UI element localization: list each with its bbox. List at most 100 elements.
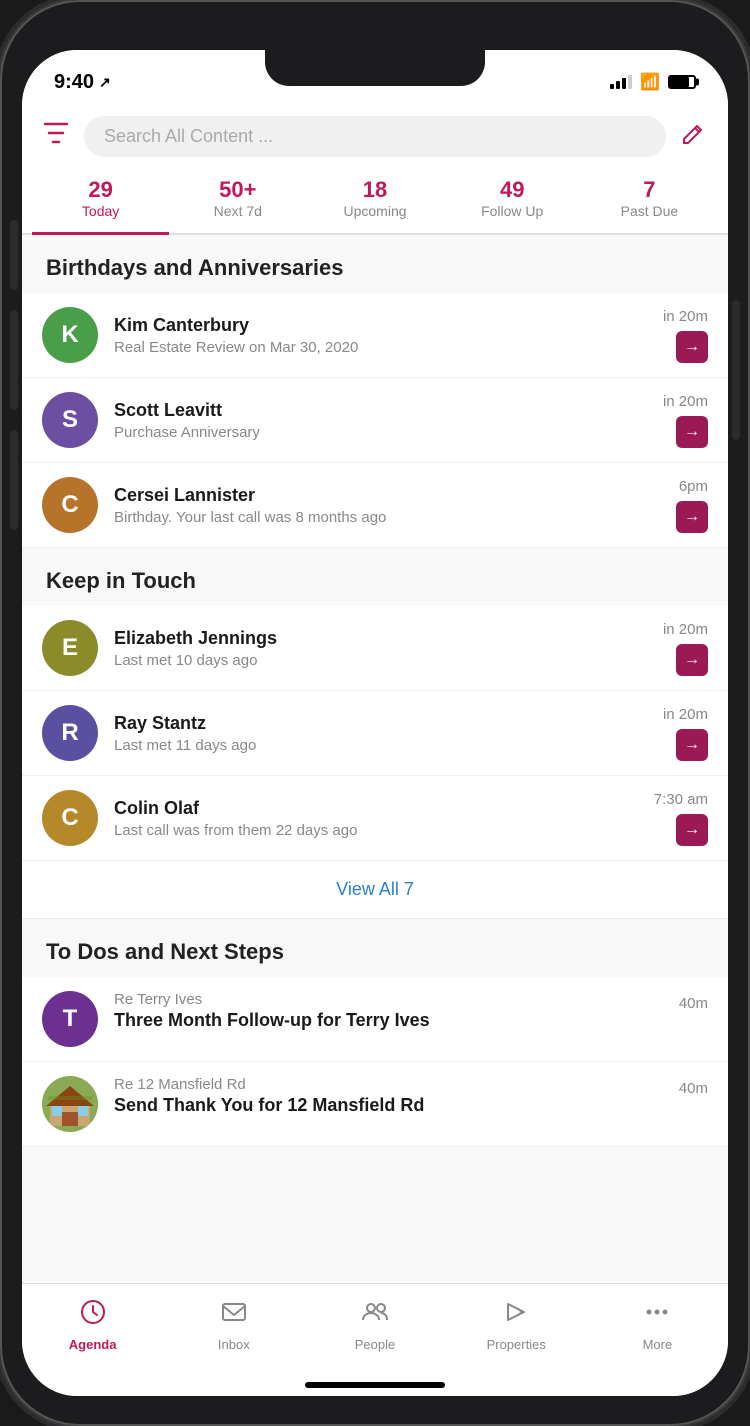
tab-properties[interactable]: Properties bbox=[446, 1294, 587, 1356]
tab-followup[interactable]: 49 Follow Up bbox=[444, 167, 581, 233]
arrow-button[interactable]: → bbox=[676, 814, 708, 846]
contact-meta: in 20m → bbox=[663, 393, 708, 448]
tab-pastdue-label: Past Due bbox=[585, 203, 714, 219]
contact-sub: Last met 10 days ago bbox=[114, 652, 647, 669]
contact-info: Scott Leavitt Purchase Anniversary bbox=[114, 400, 647, 441]
todo-re: Re Terry Ives bbox=[114, 991, 663, 1008]
contact-time: in 20m bbox=[663, 308, 708, 325]
search-input[interactable]: Search All Content ... bbox=[84, 116, 666, 157]
todo-time: 40m bbox=[679, 1076, 708, 1097]
tab-next7d[interactable]: 50+ Next 7d bbox=[169, 167, 306, 233]
tab-today-label: Today bbox=[36, 203, 165, 219]
wifi-icon: 📶 bbox=[640, 72, 660, 92]
tab-next7d-count: 50+ bbox=[173, 177, 302, 203]
time-display: 9:40 bbox=[54, 71, 94, 94]
arrow-button[interactable]: → bbox=[676, 501, 708, 533]
avatar: R bbox=[42, 705, 98, 761]
contact-info: Cersei Lannister Birthday. Your last cal… bbox=[114, 485, 660, 526]
list-item[interactable]: Re 12 Mansfield Rd Send Thank You for 12… bbox=[22, 1062, 728, 1147]
tab-pastdue[interactable]: 7 Past Due bbox=[581, 167, 718, 233]
todo-title: Send Thank You for 12 Mansfield Rd bbox=[114, 1095, 663, 1116]
avatar: C bbox=[42, 477, 98, 533]
arrow-button[interactable]: → bbox=[676, 416, 708, 448]
avatar: C bbox=[42, 790, 98, 846]
arrow-button[interactable]: → bbox=[676, 729, 708, 761]
contact-info: Ray Stantz Last met 11 days ago bbox=[114, 713, 647, 754]
contact-meta: in 20m → bbox=[663, 308, 708, 363]
bottom-tab-bar: Agenda Inbox bbox=[22, 1283, 728, 1376]
todos-title: To Dos and Next Steps bbox=[46, 939, 284, 964]
battery-icon bbox=[668, 75, 696, 89]
avatar: K bbox=[42, 307, 98, 363]
contact-time: in 20m bbox=[663, 393, 708, 410]
inbox-icon bbox=[220, 1298, 248, 1333]
tab-upcoming[interactable]: 18 Upcoming bbox=[306, 167, 443, 233]
list-item[interactable]: C Colin Olaf Last call was from them 22 … bbox=[22, 776, 728, 861]
filter-icon[interactable] bbox=[42, 119, 70, 154]
birthdays-title: Birthdays and Anniversaries bbox=[46, 255, 344, 280]
location-arrow-icon: ↗ bbox=[99, 74, 111, 91]
properties-icon bbox=[502, 1298, 530, 1333]
avatar bbox=[42, 1076, 98, 1132]
avatar: T bbox=[42, 991, 98, 1047]
arrow-button[interactable]: → bbox=[676, 644, 708, 676]
birthdays-section-header: Birthdays and Anniversaries bbox=[22, 235, 728, 293]
todo-info: Re 12 Mansfield Rd Send Thank You for 12… bbox=[114, 1076, 663, 1116]
search-area: Search All Content ... bbox=[22, 106, 728, 167]
contact-info: Colin Olaf Last call was from them 22 da… bbox=[114, 798, 638, 839]
avatar: E bbox=[42, 620, 98, 676]
contact-sub: Last call was from them 22 days ago bbox=[114, 822, 638, 839]
contact-info: Kim Canterbury Real Estate Review on Mar… bbox=[114, 315, 647, 356]
todo-info: Re Terry Ives Three Month Follow-up for … bbox=[114, 991, 663, 1031]
top-tab-bar: 29 Today 50+ Next 7d 18 Upcoming 49 Foll… bbox=[22, 167, 728, 235]
contact-name: Colin Olaf bbox=[114, 798, 638, 819]
contact-sub: Last met 11 days ago bbox=[114, 737, 647, 754]
tab-today[interactable]: 29 Today bbox=[32, 167, 169, 233]
contact-time: 7:30 am bbox=[654, 791, 708, 808]
status-time: 9:40 ↗ bbox=[54, 71, 111, 94]
tab-people[interactable]: People bbox=[304, 1294, 445, 1356]
signal-icon bbox=[610, 75, 632, 89]
tab-properties-label: Properties bbox=[487, 1337, 546, 1352]
contact-sub: Purchase Anniversary bbox=[114, 424, 647, 441]
main-scroll: Birthdays and Anniversaries K Kim Canter… bbox=[22, 235, 728, 1283]
list-item[interactable]: E Elizabeth Jennings Last met 10 days ag… bbox=[22, 606, 728, 691]
list-item[interactable]: R Ray Stantz Last met 11 days ago in 20m… bbox=[22, 691, 728, 776]
more-icon bbox=[643, 1298, 671, 1333]
list-item[interactable]: T Re Terry Ives Three Month Follow-up fo… bbox=[22, 977, 728, 1062]
tab-more[interactable]: More bbox=[587, 1294, 728, 1356]
home-indicator bbox=[305, 1382, 445, 1388]
tab-pastdue-count: 7 bbox=[585, 177, 714, 203]
people-icon bbox=[361, 1298, 389, 1333]
tab-followup-count: 49 bbox=[448, 177, 577, 203]
tab-upcoming-label: Upcoming bbox=[310, 203, 439, 219]
arrow-button[interactable]: → bbox=[676, 331, 708, 363]
tab-more-label: More bbox=[643, 1337, 673, 1352]
contact-name: Elizabeth Jennings bbox=[114, 628, 647, 649]
contact-name: Kim Canterbury bbox=[114, 315, 647, 336]
contact-meta: 6pm → bbox=[676, 478, 708, 533]
contact-meta: in 20m → bbox=[663, 621, 708, 676]
search-placeholder: Search All Content ... bbox=[104, 126, 273, 147]
contact-meta: in 20m → bbox=[663, 706, 708, 761]
re-label: Re bbox=[114, 991, 133, 1008]
keep-in-touch-title: Keep in Touch bbox=[46, 568, 196, 593]
tab-next7d-label: Next 7d bbox=[173, 203, 302, 219]
avatar: S bbox=[42, 392, 98, 448]
contact-name: Scott Leavitt bbox=[114, 400, 647, 421]
compose-icon[interactable] bbox=[680, 119, 708, 154]
tab-inbox[interactable]: Inbox bbox=[163, 1294, 304, 1356]
tab-agenda[interactable]: Agenda bbox=[22, 1294, 163, 1356]
list-item[interactable]: K Kim Canterbury Real Estate Review on M… bbox=[22, 293, 728, 378]
view-all-link[interactable]: View All 7 bbox=[22, 861, 728, 919]
tab-upcoming-count: 18 bbox=[310, 177, 439, 203]
contact-time: 6pm bbox=[679, 478, 708, 495]
contact-sub: Birthday. Your last call was 8 months ag… bbox=[114, 509, 660, 526]
contact-name: Cersei Lannister bbox=[114, 485, 660, 506]
contact-info: Elizabeth Jennings Last met 10 days ago bbox=[114, 628, 647, 669]
keep-in-touch-section-header: Keep in Touch bbox=[22, 548, 728, 606]
list-item[interactable]: S Scott Leavitt Purchase Anniversary in … bbox=[22, 378, 728, 463]
contact-time: in 20m bbox=[663, 621, 708, 638]
list-item[interactable]: C Cersei Lannister Birthday. Your last c… bbox=[22, 463, 728, 548]
todos-section-header: To Dos and Next Steps bbox=[22, 919, 728, 977]
